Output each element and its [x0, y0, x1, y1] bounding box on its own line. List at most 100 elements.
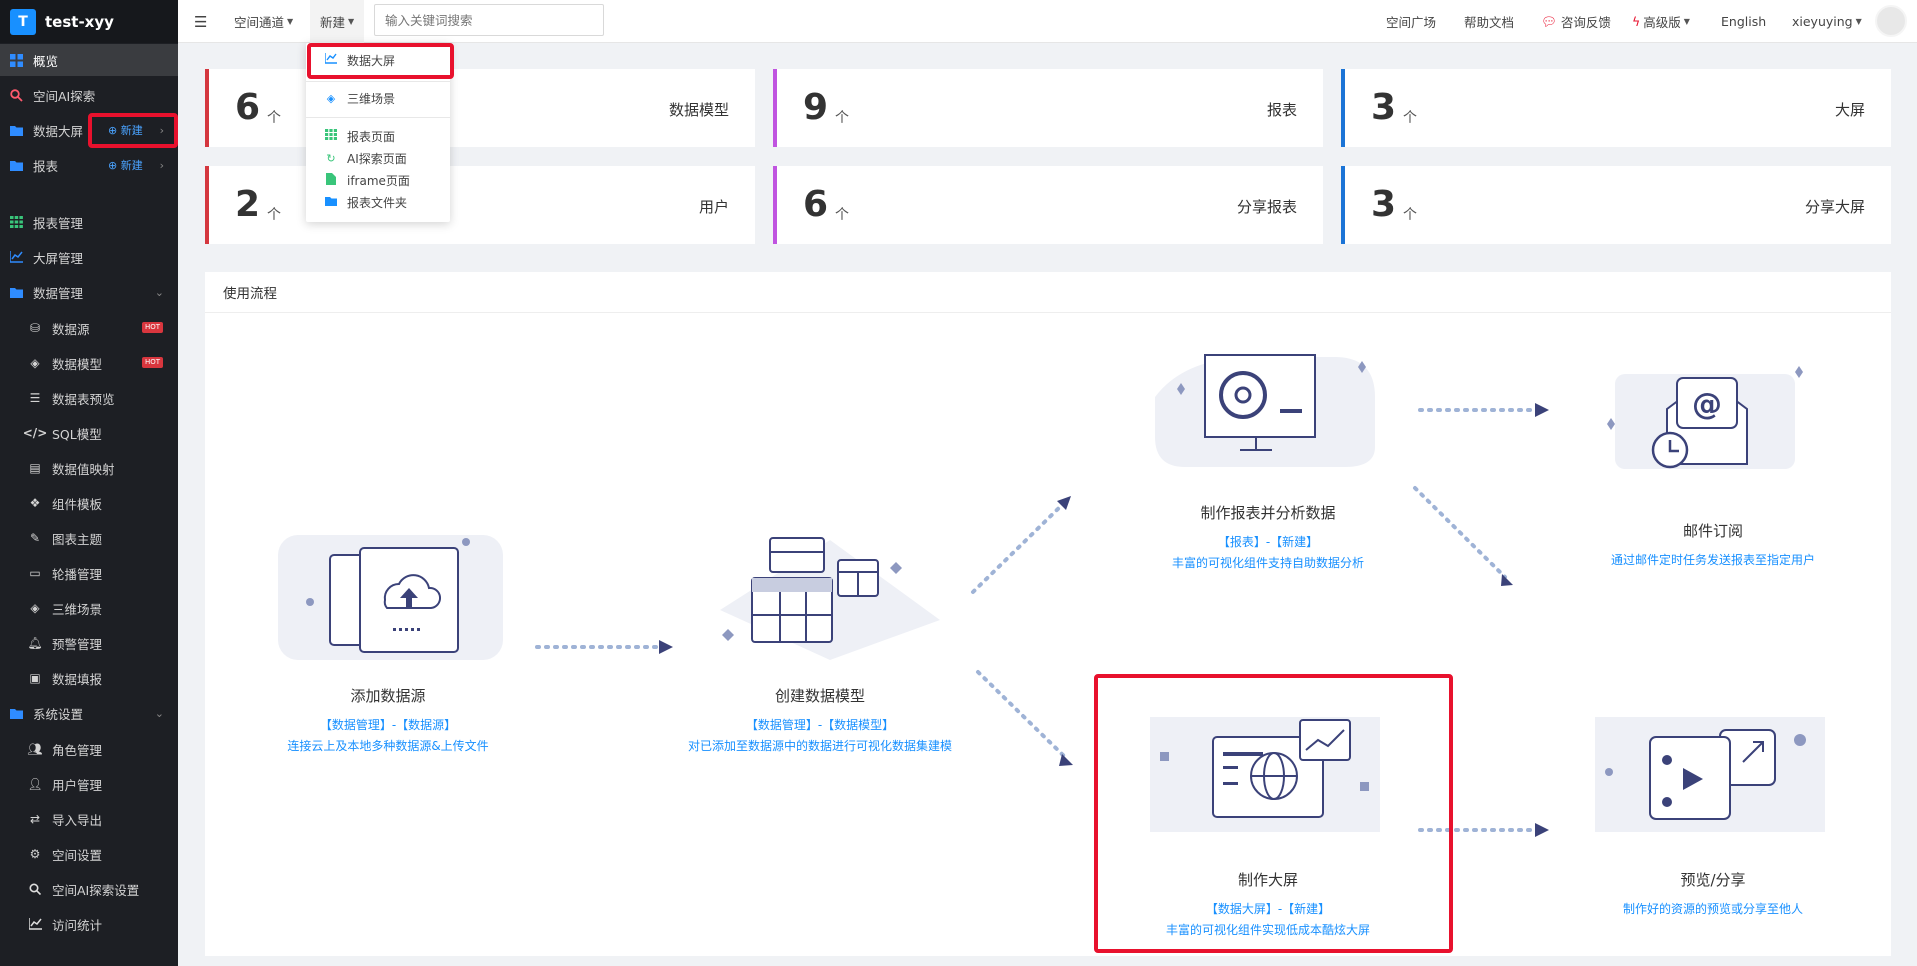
search-input[interactable]	[374, 4, 604, 36]
menu-item-new-report-page[interactable]: 报表页面	[306, 125, 450, 147]
user-icon: 👤︎	[27, 777, 43, 791]
menu-item-new-3d-scene[interactable]: ◈ 三维场景	[306, 87, 450, 109]
sidebar-item-data-model[interactable]: ◈ 数据模型 HOT	[0, 347, 178, 379]
sidebar-item-report-mgmt[interactable]: 报表管理	[0, 206, 178, 238]
swap-icon: ⇄	[29, 812, 41, 826]
language-switch[interactable]: English	[1721, 0, 1766, 43]
form-icon: ▣	[29, 671, 41, 685]
new-report-button[interactable]: ⊕ 新建	[108, 157, 143, 173]
sidebar-item-data-screen[interactable]: 数据大屏 ⊕ 新建 ›	[0, 114, 178, 146]
menu-item-new-iframe-page[interactable]: iframe页面	[306, 169, 450, 191]
sidebar-item-visit-stats[interactable]: 访问统计	[0, 908, 178, 940]
usage-flow-panel: 使用流程 @ 添加数据源 【数据管理】-【数据源】 连接云上及本地多种数据源&上…	[205, 272, 1891, 956]
step-link[interactable]: 【数据管理】-【数据模型】	[645, 716, 995, 733]
components-icon: ❖	[29, 496, 41, 510]
folder-icon	[9, 158, 23, 172]
sidebar-item-data-fill[interactable]: ▣ 数据填报	[0, 662, 178, 694]
file-icon	[324, 172, 338, 188]
hot-badge: HOT	[142, 357, 164, 368]
new-screen-button[interactable]: ⊕ 新建	[108, 122, 143, 138]
sidebar-item-label: 访问统计	[52, 917, 103, 933]
step-link[interactable]: 【报表】-【新建】	[1118, 533, 1418, 550]
sidebar-item-3d-scene[interactable]: ◈ 三维场景	[0, 592, 178, 624]
step-desc: 对已添加至数据源中的数据进行可视化数据集建模	[687, 739, 952, 753]
plus-circle-icon: ⊕	[108, 124, 118, 137]
step-desc: 连接云上及本地多种数据源&上传文件	[287, 739, 489, 753]
stat-card-shared-screen[interactable]: 3 个分享大屏	[1341, 166, 1891, 244]
step-make-report: 制作报表并分析数据 【报表】-【新建】 丰富的可视化组件支持自助数据分析	[1118, 502, 1418, 571]
stat-card-user[interactable]: 2 个用户	[205, 166, 755, 244]
menu-item-new-report-folder[interactable]: 报表文件夹	[306, 191, 450, 213]
menu-item-new-screen[interactable]: 数据大屏	[306, 49, 450, 71]
stat-card-report[interactable]: 9 个报表	[773, 69, 1323, 147]
sidebar-item-label: 数据模型	[52, 356, 103, 372]
report-illustration	[1155, 354, 1375, 467]
share-illustration	[1595, 717, 1825, 832]
chevron-down-icon: ⌄	[154, 706, 164, 720]
sidebar-item-import-export[interactable]: ⇄ 导入导出	[0, 803, 178, 835]
screen-illustration	[1150, 717, 1380, 832]
step-title: 预览/分享	[1680, 871, 1746, 889]
stat-card-shared-report[interactable]: 6 个分享报表	[773, 166, 1323, 244]
sidebar-item-value-mapping[interactable]: ▤ 数据值映射	[0, 452, 178, 484]
stat-card-data-model[interactable]: 6 个数据模型	[205, 69, 755, 147]
step-title: 创建数据模型	[774, 687, 865, 705]
folder-icon	[9, 706, 23, 720]
step-link[interactable]: 【数据大屏】-【新建】	[1118, 900, 1418, 917]
sidebar-item-label: 报表管理	[33, 215, 84, 231]
sidebar-item-space-settings[interactable]: ⚙ 空间设置	[0, 838, 178, 870]
datasource-illustration	[278, 535, 503, 660]
brand: T test-xyy	[0, 0, 178, 43]
feedback-link[interactable]: 💬︎ 咨询反馈	[1541, 0, 1611, 43]
sidebar-item-overview[interactable]: 概览	[0, 44, 178, 76]
sidebar-item-label: 空间设置	[52, 847, 103, 863]
sidebar-item-ai-explore[interactable]: 空间AI探索	[0, 79, 178, 111]
sidebar-item-table-preview[interactable]: ☰ 数据表预览	[0, 382, 178, 414]
sidebar-item-label: 数据大屏	[33, 123, 84, 139]
avatar[interactable]	[1875, 5, 1907, 37]
menu-item-new-ai-explore-page[interactable]: ↻ AI探索页面	[306, 147, 450, 169]
sidebar-item-ai-explore-settings[interactable]: 空间AI探索设置	[0, 873, 178, 905]
folder-icon	[324, 196, 338, 209]
sidebar-item-sql-model[interactable]: </> SQL模型	[0, 417, 178, 449]
list-icon: ☰	[29, 391, 41, 405]
sidebar-item-system-settings[interactable]: 系统设置 ⌄	[0, 697, 178, 729]
chart-icon	[9, 250, 23, 264]
sidebar-item-label: 图表主题	[52, 531, 103, 547]
sidebar-item-user-mgmt[interactable]: 👤︎ 用户管理	[0, 768, 178, 800]
help-docs-link[interactable]: 帮助文档	[1464, 0, 1514, 43]
step-link[interactable]: 【数据管理】-【数据源】	[238, 716, 538, 733]
new-menu-dropdown[interactable]: 新建 ▼	[310, 0, 365, 43]
sidebar-item-label: 角色管理	[52, 742, 103, 758]
sidebar-item-screen-mgmt[interactable]: 大屏管理	[0, 241, 178, 273]
sidebar-item-chart-theme[interactable]: ✎ 图表主题	[0, 522, 178, 554]
space-channel-dropdown[interactable]: 空间通道 ▼	[234, 0, 293, 43]
user-menu[interactable]: xieyuying ▼	[1792, 0, 1862, 43]
space-square-link[interactable]: 空间广场	[1386, 0, 1436, 43]
stat-card-screen[interactable]: 3 个大屏	[1341, 69, 1891, 147]
sidebar: T test-xyy 概览 空间AI探索 数据大屏 ⊕ 新建 › 报表 ⊕ 新建…	[0, 0, 178, 966]
sidebar-item-label: 组件模板	[52, 496, 103, 512]
plus-circle-icon: ⊕	[108, 159, 118, 172]
sidebar-item-alert[interactable]: 🔔︎ 预警管理	[0, 627, 178, 659]
grid-icon	[9, 53, 23, 67]
collapse-sidebar-button[interactable]: ☰	[194, 0, 207, 43]
menu-fold-icon: ☰	[194, 12, 208, 31]
sidebar-item-data-mgmt[interactable]: 数据管理 ⌄	[0, 276, 178, 308]
chart-icon	[324, 53, 338, 67]
hot-badge: HOT	[142, 322, 164, 333]
brand-logo: T	[10, 8, 36, 35]
sidebar-item-carousel[interactable]: ▭ 轮播管理	[0, 557, 178, 589]
step-title: 制作大屏	[1237, 871, 1298, 889]
email-illustration: @	[1607, 366, 1803, 469]
edition-dropdown[interactable]: ϟ 高级版 ▼	[1632, 0, 1690, 43]
sidebar-item-label: 大屏管理	[33, 250, 84, 266]
cube-icon: ◈	[30, 601, 40, 615]
step-make-screen: 制作大屏 【数据大屏】-【新建】 丰富的可视化组件实现低成本酷炫大屏	[1118, 869, 1418, 938]
brand-name: test-xyy	[45, 12, 114, 31]
sidebar-item-component-template[interactable]: ❖ 组件模板	[0, 487, 178, 519]
sidebar-item-datasource[interactable]: ⛁ 数据源 HOT	[0, 312, 178, 344]
sidebar-item-role-mgmt[interactable]: 👥︎ 角色管理	[0, 733, 178, 765]
sidebar-item-label: 数据管理	[33, 285, 84, 301]
sidebar-item-report[interactable]: 报表 ⊕ 新建 ›	[0, 149, 178, 181]
